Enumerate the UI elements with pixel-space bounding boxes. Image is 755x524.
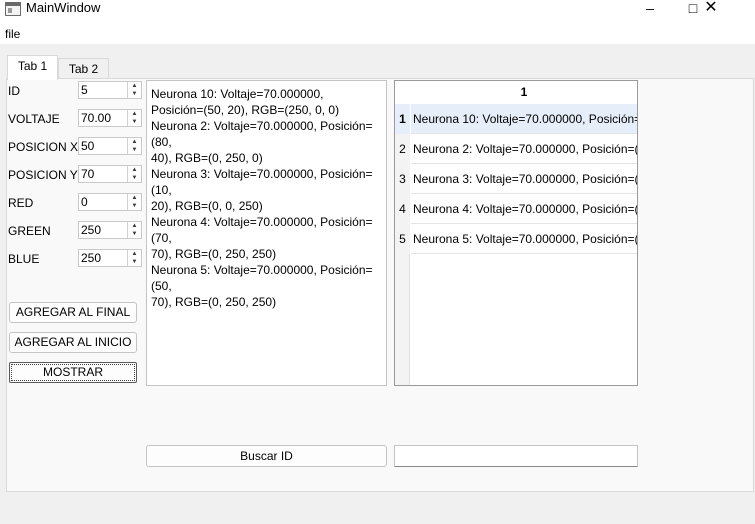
spin-up-icon[interactable]: ▲ — [128, 194, 141, 202]
text-line: Posición=(50, 20), RGB=(250, 0, 0) — [151, 103, 340, 117]
spin-down-icon[interactable]: ▼ — [128, 174, 141, 182]
app-window-icon — [5, 2, 21, 16]
id-value: 5 — [81, 83, 88, 97]
voltaje-spin-buttons[interactable]: ▲ ▼ — [127, 110, 141, 126]
column-header[interactable]: 1 — [410, 81, 637, 104]
voltaje-value: 70.00 — [81, 111, 112, 125]
text-line: 20), RGB=(0, 0, 250) — [151, 199, 263, 213]
text-line: 40), RGB=(0, 250, 0) — [151, 151, 263, 165]
row-number[interactable]: 5 — [395, 224, 410, 254]
tab-2[interactable]: Tab 2 — [58, 58, 109, 79]
label-red: RED — [8, 196, 34, 210]
table-cell[interactable]: Neurona 10: Voltaje=70.000000, Posición=… — [411, 104, 637, 134]
spin-down-icon[interactable]: ▼ — [128, 258, 141, 266]
spin-up-icon[interactable]: ▲ — [128, 82, 141, 90]
neuron-text-output[interactable]: Neurona 10: Voltaje=70.000000, Posición=… — [146, 80, 387, 386]
row-number[interactable]: 2 — [395, 134, 410, 164]
table-cell[interactable]: Neurona 2: Voltaje=70.000000, Posición=(… — [411, 134, 637, 164]
posicion-y-spin-buttons[interactable]: ▲ ▼ — [127, 166, 141, 182]
red-spin-buttons[interactable]: ▲ ▼ — [127, 194, 141, 210]
spin-down-icon[interactable]: ▼ — [128, 118, 141, 126]
table-corner-button[interactable] — [395, 81, 410, 104]
blue-spin-buttons[interactable]: ▲ ▼ — [127, 250, 141, 266]
table-cell[interactable]: Neurona 4: Voltaje=70.000000, Posición=(… — [411, 194, 637, 224]
red-spinbox[interactable]: 0 ▲ ▼ — [78, 193, 142, 211]
voltaje-spinbox[interactable]: 70.00 ▲ ▼ — [78, 109, 142, 127]
close-icon[interactable]: ✕ — [688, 0, 734, 16]
buscar-id-button[interactable]: Buscar ID — [146, 445, 387, 467]
posicion-x-spinbox[interactable]: 50 ▲ ▼ — [78, 137, 142, 155]
tab-1[interactable]: Tab 1 — [7, 55, 58, 80]
menu-bar: file — [0, 22, 755, 44]
blue-value: 250 — [81, 251, 102, 265]
label-posicion-y: POSICION Y — [8, 168, 78, 182]
spin-down-icon[interactable]: ▼ — [128, 202, 141, 210]
posicion-x-spin-buttons[interactable]: ▲ ▼ — [127, 138, 141, 154]
label-id: ID — [8, 84, 20, 98]
row-number[interactable]: 1 — [395, 104, 410, 134]
spin-up-icon[interactable]: ▲ — [128, 138, 141, 146]
posicion-y-spinbox[interactable]: 70 ▲ ▼ — [78, 165, 142, 183]
text-line: Neurona 2: Voltaje=70.000000, Posición=(… — [151, 119, 373, 149]
green-spinbox[interactable]: 250 ▲ ▼ — [78, 221, 142, 239]
window-title: MainWindow — [26, 0, 101, 15]
agregar-al-final-button[interactable]: AGREGAR AL FINAL — [9, 302, 137, 323]
spin-down-icon[interactable]: ▼ — [128, 90, 141, 98]
text-line: 70), RGB=(0, 250, 250) — [151, 295, 277, 309]
label-voltaje: VOLTAJE — [8, 112, 60, 126]
text-line: Neurona 5: Voltaje=70.000000, Posición=(… — [151, 263, 373, 293]
neuron-table[interactable]: 1 1 Neurona 10: Voltaje=70.000000, Posic… — [394, 80, 638, 386]
green-value: 250 — [81, 223, 102, 237]
spin-up-icon[interactable]: ▲ — [128, 110, 141, 118]
text-line: 70), RGB=(0, 250, 250) — [151, 247, 277, 261]
mostrar-button[interactable]: MOSTRAR — [9, 362, 137, 383]
table-cell[interactable]: Neurona 5: Voltaje=70.000000, Posición=(… — [411, 224, 637, 254]
spin-up-icon[interactable]: ▲ — [128, 166, 141, 174]
title-bar: MainWindow – □ ✕ — [0, 0, 755, 22]
label-blue: BLUE — [8, 252, 40, 266]
spin-up-icon[interactable]: ▲ — [128, 222, 141, 230]
row-number[interactable]: 4 — [395, 194, 410, 224]
label-posicion-x: POSICION X — [8, 140, 79, 154]
minimize-icon[interactable]: – — [627, 0, 673, 16]
posicion-x-value: 50 — [81, 139, 95, 153]
label-green: GREEN — [8, 224, 51, 238]
spin-down-icon[interactable]: ▼ — [128, 146, 141, 154]
spin-up-icon[interactable]: ▲ — [128, 250, 141, 258]
text-line: Neurona 3: Voltaje=70.000000, Posición=(… — [151, 167, 373, 197]
text-line: Neurona 10: Voltaje=70.000000, — [151, 87, 324, 101]
blue-spinbox[interactable]: 250 ▲ ▼ — [78, 249, 142, 267]
menu-file[interactable]: file — [5, 27, 20, 41]
spin-down-icon[interactable]: ▼ — [128, 230, 141, 238]
row-number[interactable]: 3 — [395, 164, 410, 194]
search-id-input[interactable] — [394, 445, 638, 467]
id-spinbox[interactable]: 5 ▲ ▼ — [78, 81, 142, 99]
agregar-al-inicio-button[interactable]: AGREGAR AL INICIO — [9, 332, 137, 353]
posicion-y-value: 70 — [81, 167, 95, 181]
red-value: 0 — [81, 195, 88, 209]
table-cell[interactable]: Neurona 3: Voltaje=70.000000, Posición=(… — [411, 164, 637, 194]
green-spin-buttons[interactable]: ▲ ▼ — [127, 222, 141, 238]
id-spin-buttons[interactable]: ▲ ▼ — [127, 82, 141, 98]
text-line: Neurona 4: Voltaje=70.000000, Posición=(… — [151, 215, 373, 245]
